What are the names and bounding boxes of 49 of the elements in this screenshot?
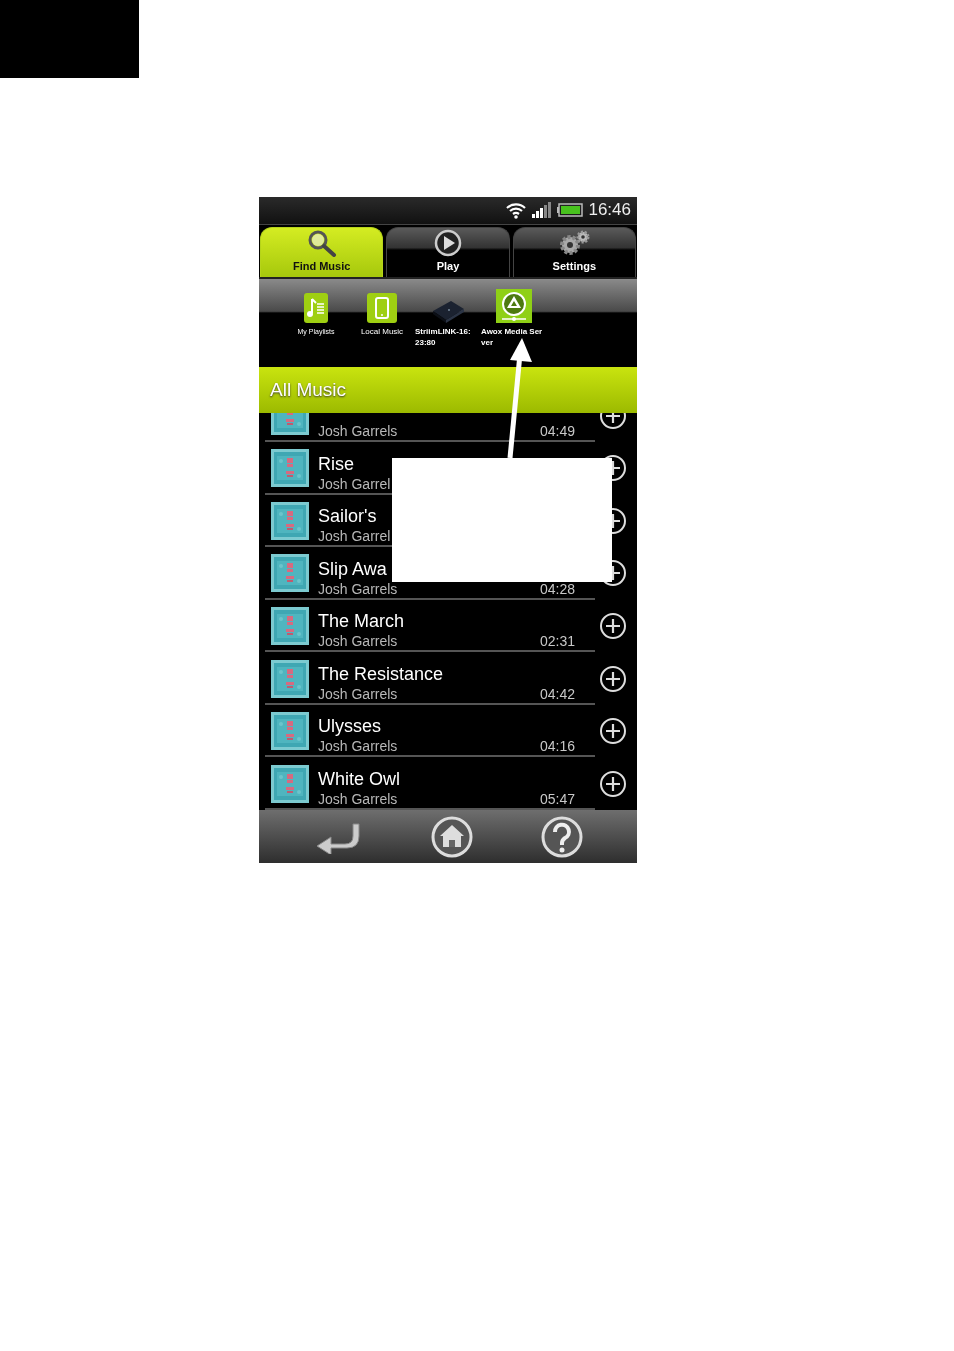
wifi-icon — [505, 201, 528, 220]
source-label[interactable]: Local Music — [360, 325, 404, 337]
song-duration: 04:49 — [539, 421, 575, 440]
add-icon[interactable] — [599, 717, 627, 746]
help-icon[interactable] — [541, 815, 583, 858]
artist-name: Josh Garrel — [318, 527, 391, 546]
song-duration: 05:47 — [539, 790, 575, 809]
song-title: The Resistance — [318, 662, 445, 685]
artist-name: Josh Garrels — [318, 790, 398, 809]
song-title: Ulysses — [318, 715, 382, 738]
song-row[interactable]: Ulysses Josh Garrels 04:16 — [259, 704, 637, 758]
device-icon[interactable] — [431, 298, 465, 323]
section-header: All Music — [259, 366, 637, 413]
artist-name: Josh Garrel — [318, 474, 391, 493]
playlist-icon[interactable] — [304, 292, 328, 323]
song-row[interactable]: The March Josh Garrels 02:31 — [259, 599, 637, 653]
home-icon[interactable] — [431, 815, 473, 858]
song-duration: 04:28 — [539, 579, 575, 598]
song-title: Rise — [318, 452, 355, 475]
add-icon[interactable] — [599, 612, 627, 640]
phone-icon[interactable] — [367, 292, 397, 323]
tab[interactable]: Find Music — [260, 226, 384, 277]
battery-icon — [557, 203, 584, 218]
song-duration: 04:42 — [539, 684, 575, 703]
server-icon[interactable] — [496, 288, 532, 323]
song-title: Sailor's — [318, 505, 378, 528]
source-label[interactable]: Awox Media Ser ver — [481, 325, 543, 348]
tab[interactable]: Play — [386, 226, 510, 277]
song-title: White Owl — [318, 768, 401, 791]
search-icon — [306, 228, 337, 257]
artist-name: Josh Garrels — [318, 632, 398, 651]
song-row[interactable]: Josh Garrels 04:49 — [259, 412, 637, 442]
artist-name: Josh Garrels — [318, 579, 398, 598]
add-icon[interactable] — [599, 769, 627, 798]
song-duration: 04:16 — [539, 737, 575, 756]
song-title: The March — [318, 610, 406, 633]
add-icon[interactable] — [599, 664, 627, 693]
signal-icon — [532, 202, 553, 219]
artist-name: Josh Garrels — [318, 737, 398, 756]
source-label[interactable]: StriimLINK-16: 23:80 — [415, 325, 471, 348]
tab[interactable]: Settings — [512, 226, 636, 277]
artist-name: Josh Garrels — [318, 421, 398, 440]
play-icon — [433, 228, 463, 257]
status-time: 16:46 — [588, 200, 631, 221]
song-row[interactable]: The Resistance Josh Garrels 04:42 — [259, 652, 637, 705]
song-duration: 02:31 — [539, 632, 575, 651]
song-title: Slip Awa — [318, 557, 388, 580]
song-row[interactable]: White Owl Josh Garrels 05:47 — [259, 757, 637, 811]
artist-name: Josh Garrels — [318, 684, 398, 703]
